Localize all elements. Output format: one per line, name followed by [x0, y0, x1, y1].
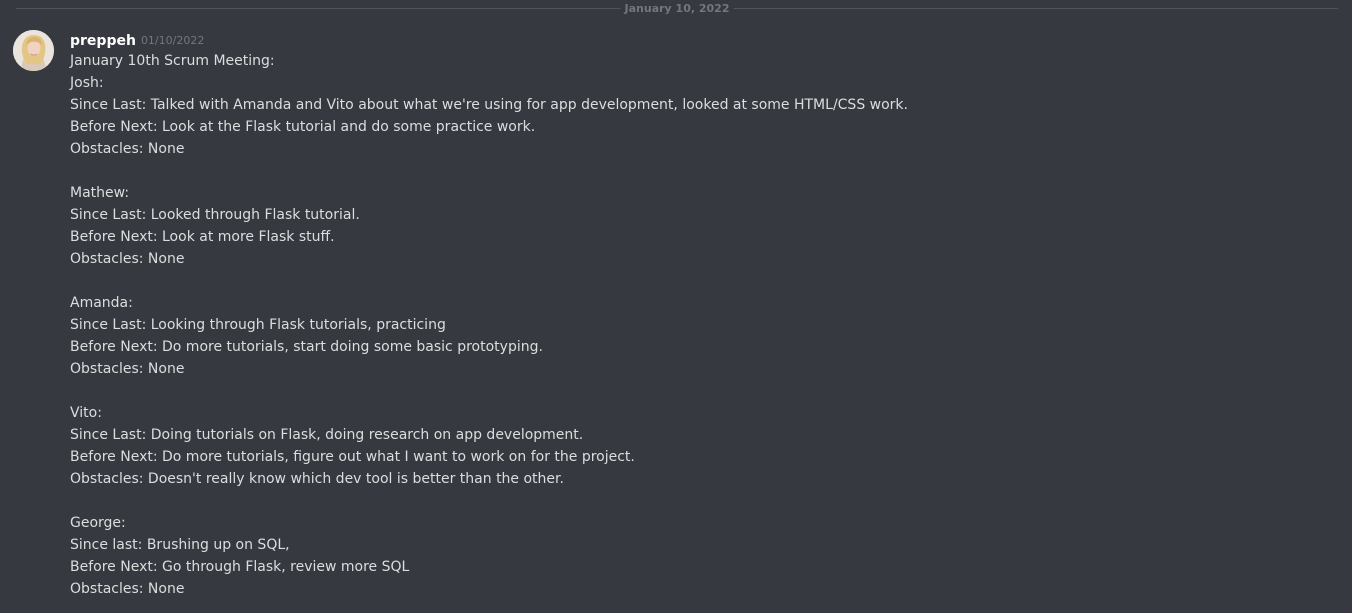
- message-line: [70, 490, 1330, 512]
- message-line: Obstacles: None: [70, 361, 185, 377]
- message-line: Amanda:: [70, 295, 133, 311]
- message-content: January 10th Scrum Meeting: Josh: Since …: [70, 50, 1330, 600]
- message-line: Mathew:: [70, 185, 130, 201]
- message-line: Obstacles: None: [70, 581, 185, 597]
- message-timestamp[interactable]: 01/10/2022: [141, 34, 204, 47]
- message-line: Before Next: Go through Flask, review mo…: [70, 559, 410, 575]
- message-line: Obstacles: None: [70, 141, 185, 157]
- message-line: Obstacles: None: [70, 251, 185, 267]
- message-line: [70, 270, 1330, 292]
- message-line: George:: [70, 515, 126, 531]
- date-divider-label: January 10, 2022: [620, 1, 734, 16]
- message-line: Vito:: [70, 405, 102, 421]
- message-line: Obstacles: Doesn't really know which dev…: [70, 471, 564, 487]
- message-line: Since last: Brushing up on SQL,: [70, 537, 290, 553]
- avatar-image: [13, 30, 54, 71]
- chat-message-list: January 10, 2022 preppeh 01/10/2022 Janua…: [0, 0, 1352, 613]
- message-line: Josh:: [70, 75, 104, 91]
- message-line: [70, 160, 1330, 182]
- message-line: Before Next: Do more tutorials, start do…: [70, 339, 543, 355]
- date-divider: January 10, 2022: [16, 1, 1338, 16]
- message-header: preppeh 01/10/2022: [70, 30, 204, 50]
- message-line: Since Last: Looked through Flask tutoria…: [70, 207, 360, 223]
- message-line: Since Last: Looking through Flask tutori…: [70, 317, 446, 333]
- message-line: [70, 380, 1330, 402]
- message-line: January 10th Scrum Meeting:: [70, 53, 275, 69]
- message-line: Before Next: Do more tutorials, figure o…: [70, 449, 635, 465]
- message-line: Since Last: Doing tutorials on Flask, do…: [70, 427, 584, 443]
- message-line: Since Last: Talked with Amanda and Vito …: [70, 97, 908, 113]
- message-line: Before Next: Look at more Flask stuff.: [70, 229, 335, 245]
- message-line: Before Next: Look at the Flask tutorial …: [70, 119, 536, 135]
- author-username[interactable]: preppeh: [70, 33, 136, 49]
- user-avatar-icon[interactable]: [13, 30, 54, 71]
